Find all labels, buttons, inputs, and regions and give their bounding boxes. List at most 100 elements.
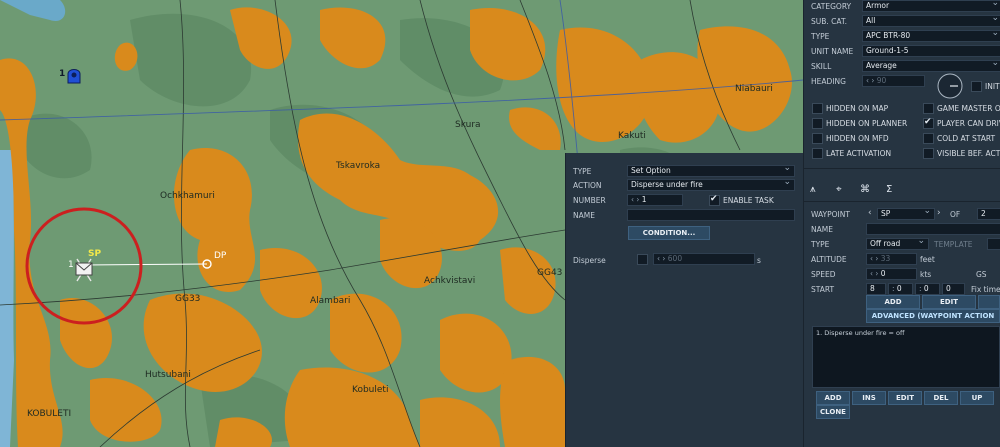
waypoint-name-field[interactable] [866,223,1000,235]
task-number-value: 1 [641,195,647,204]
altitude-field[interactable]: ‹ › 33 [866,253,917,265]
unit-type-select[interactable]: APC BTR-80 [862,30,1000,42]
dp-label: DP [214,251,227,261]
visible-before-activation-label: VISIBLE BEF. ACTI [937,149,1000,158]
fix-time-label: Fix time [971,285,1000,294]
waypoint-of-label: OF [950,210,961,219]
hidden-on-map-checkbox[interactable] [812,103,823,114]
hidden-on-mfd-checkbox[interactable] [812,133,823,144]
start-day-field[interactable]: 8 [866,283,886,295]
start-hour-value: 0 [896,284,902,293]
divider [804,201,1000,202]
action-up-button[interactable]: UP [960,391,994,405]
heading-label: HEADING [811,77,846,86]
condition-button[interactable]: CONDITION... [628,226,710,240]
speed-field[interactable]: ‹ › 0 [866,268,917,280]
start-hour-field[interactable]: : 0 [888,283,913,295]
cold-at-start-checkbox[interactable] [923,133,934,144]
map-label-gg33: GG33 [175,294,201,304]
waypoint-count: 2 [977,208,1000,220]
summary-tab-icon[interactable]: Σ [886,184,892,195]
waypoint-prev-icon[interactable]: ‹ [868,208,872,218]
enable-task-checkbox[interactable] [709,194,720,206]
subcat-label: SUB. CAT. [811,17,848,26]
unit-name-field[interactable]: Ground-1-5 [862,45,1000,57]
action-clone-button[interactable]: CLONE [816,405,850,419]
start-second-field[interactable]: 0 [942,283,965,295]
start-label: START [811,285,835,294]
action-edit-button[interactable]: EDIT [888,391,922,405]
late-activation-checkbox[interactable] [812,148,823,159]
heading-dial-icon[interactable] [936,72,964,100]
ground-unit-icon[interactable] [74,256,94,284]
formation-tab-icon[interactable]: ⌘ [860,184,870,195]
action-list[interactable]: 1. Disperse under fire = off [812,326,1000,388]
gs-label: GS [976,270,987,279]
waypoint-type-select[interactable]: Off road [866,238,929,250]
visible-before-activation-checkbox[interactable] [923,148,934,159]
map-label-kobuleti-city: KOBULETI [27,409,72,419]
heading-value: 90 [876,76,887,85]
action-delete-button[interactable]: DEL [924,391,958,405]
divider [804,168,1000,169]
blue-unit-icon[interactable] [66,66,82,84]
disperse-unit: s [757,256,761,265]
stepper-arrows-icon[interactable]: ‹ › [657,254,668,263]
disperse-time-field[interactable]: ‹ › 600 [653,253,755,265]
action-add-button[interactable]: ADD [816,391,850,405]
waypoint-next-icon[interactable]: › [937,208,941,218]
game-master-only-checkbox[interactable] [923,103,934,114]
subcat-select[interactable]: All [862,15,1000,27]
task-number-label: NUMBER [573,196,606,205]
route-tab-icon[interactable]: ⩚ [810,184,816,195]
hidden-on-planner-label: HIDDEN ON PLANNER [826,119,908,128]
unit-properties-panel: CATEGORY Armor SUB. CAT. All TYPE APC BT… [803,0,1000,447]
action-list-item[interactable]: 1. Disperse under fire = off [813,327,999,339]
skill-label: SKILL [811,62,832,71]
waypoint-delete-button[interactable] [978,295,1000,309]
task-type-select[interactable]: Set Option [627,165,795,177]
stepper-arrows-icon[interactable]: ‹ › [870,254,881,263]
late-activation-label: LATE ACTIVATION [826,149,892,158]
task-number-field[interactable]: ‹ › 1 [627,194,683,206]
cold-at-start-label: COLD AT START [937,134,996,143]
disperse-checkbox[interactable] [637,254,648,265]
target-tab-icon[interactable]: ⌖ [836,184,842,195]
map-label-skura: Skura [455,120,481,130]
skill-select[interactable]: Average [862,60,1000,72]
stepper-arrows-icon[interactable]: ‹ › [866,76,877,85]
speed-label: SPEED [811,270,836,279]
category-select[interactable]: Armor [862,0,1000,12]
waypoint-select[interactable]: SP [877,208,935,220]
heading-field[interactable]: ‹ › 90 [862,75,925,87]
init-checkbox[interactable] [971,81,982,92]
type-label: TYPE [811,32,830,41]
template-select[interactable] [987,238,1000,250]
task-name-field[interactable] [627,209,795,221]
task-action-select[interactable]: Disperse under fire [627,179,795,191]
altitude-value: 33 [880,254,891,263]
stepper-arrows-icon[interactable]: ‹ › [631,195,642,204]
altitude-unit: feet [920,255,935,264]
map-label-ochkhamuri: Ochkhamuri [160,191,215,201]
hidden-on-planner-checkbox[interactable] [812,118,823,129]
task-name-label: NAME [573,211,595,220]
player-can-drive-checkbox[interactable] [923,117,934,129]
waypoint-type-label: TYPE [811,240,830,249]
template-label: TEMPLATE [934,240,973,249]
disperse-label: Disperse [573,256,606,265]
waypoint-name-label: NAME [811,225,833,234]
action-insert-button[interactable]: INS [852,391,886,405]
start-minute-field[interactable]: : 0 [915,283,940,295]
disperse-time-value: 600 [667,254,683,263]
stepper-arrows-icon[interactable]: ‹ › [870,269,881,278]
map-label-gg43: GG43 [537,268,563,278]
hidden-on-map-label: HIDDEN ON MAP [826,104,889,113]
waypoint-label: WAYPOINT [811,210,850,219]
advanced-waypoint-actions-button[interactable]: ADVANCED (WAYPOINT ACTION [866,309,1000,323]
waypoint-add-button[interactable]: ADD [866,295,920,309]
waypoint-edit-button[interactable]: EDIT [922,295,976,309]
init-label: INIT [985,82,1000,91]
map-label-niabauri: Niabauri [735,84,773,94]
task-type-label: TYPE [573,167,592,176]
